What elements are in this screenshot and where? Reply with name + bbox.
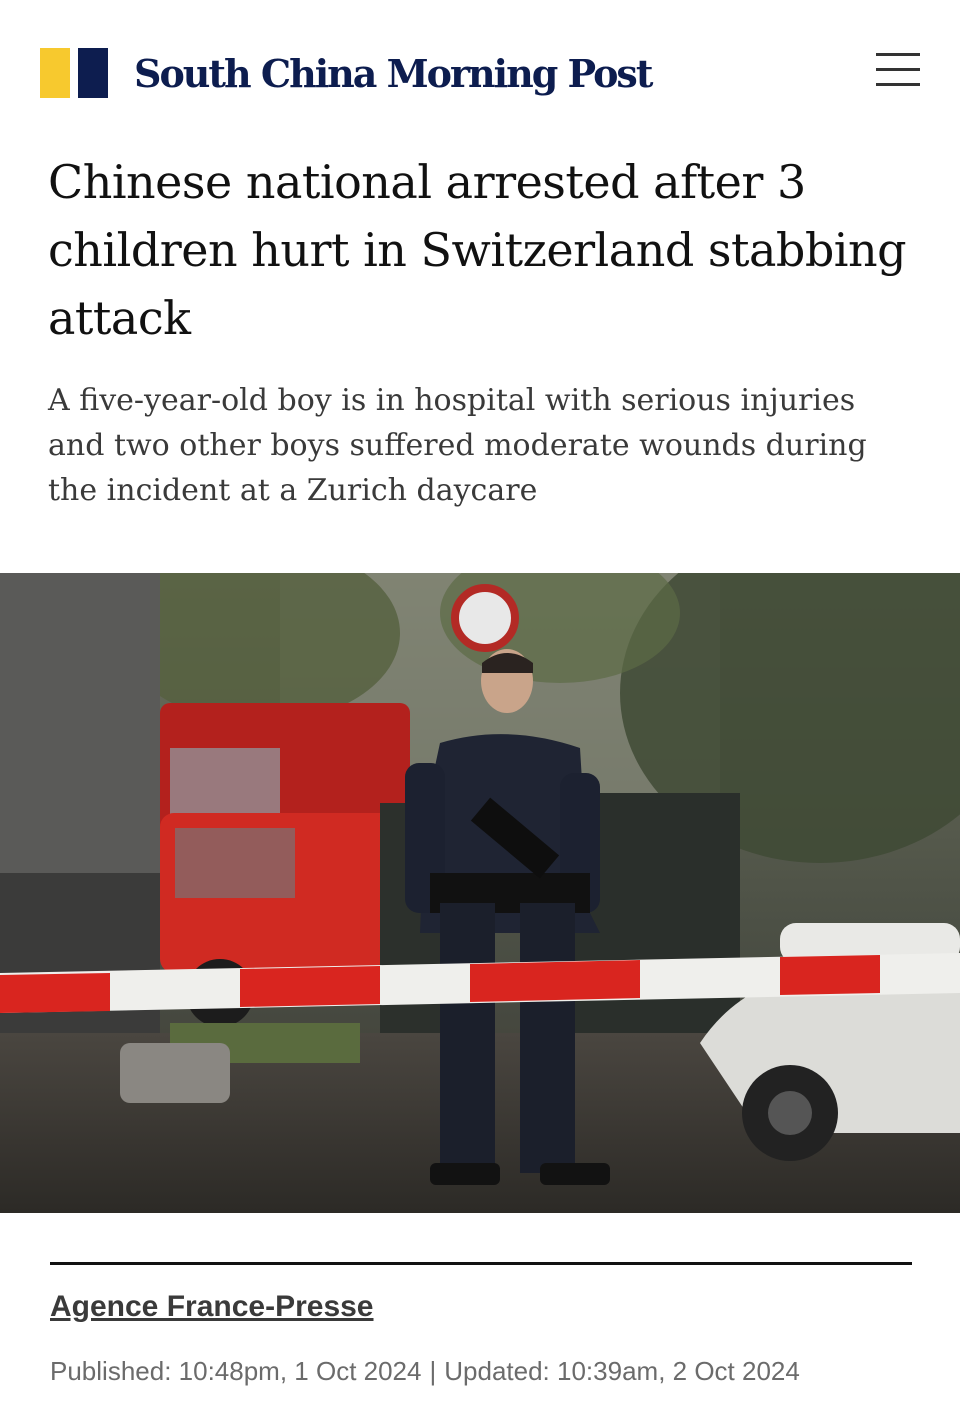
article-subheadline: A five-year-old boy is in hospital with … <box>48 383 867 508</box>
publish-dates: Published: 10:48pm, 1 Oct 2024 | Updated: … <box>50 1356 800 1387</box>
logo-navy-block <box>78 48 108 98</box>
menu-line <box>876 53 920 56</box>
updated-label: Updated: <box>444 1356 550 1386</box>
scmp-logo-icon[interactable] <box>40 48 108 98</box>
published-label: Published: <box>50 1356 172 1386</box>
published-value: 10:48pm, 1 Oct 2024 <box>178 1356 422 1386</box>
byline-divider <box>50 1262 912 1265</box>
logo-yellow-block <box>40 48 70 98</box>
author-link[interactable]: Agence France-Presse <box>50 1290 374 1324</box>
date-separator: | <box>429 1356 437 1386</box>
menu-line <box>876 83 920 86</box>
brand-name[interactable]: South China Morning Post <box>134 48 653 100</box>
menu-line <box>876 68 920 71</box>
updated-value: 10:39am, 2 Oct 2024 <box>557 1356 800 1386</box>
article-photo[interactable] <box>0 573 960 1213</box>
hamburger-menu-icon[interactable] <box>872 50 924 90</box>
article-headline: Chinese national arrested after 3 childr… <box>48 155 907 345</box>
photo-illustration <box>0 573 960 1213</box>
site-header: South China Morning Post <box>0 0 960 140</box>
